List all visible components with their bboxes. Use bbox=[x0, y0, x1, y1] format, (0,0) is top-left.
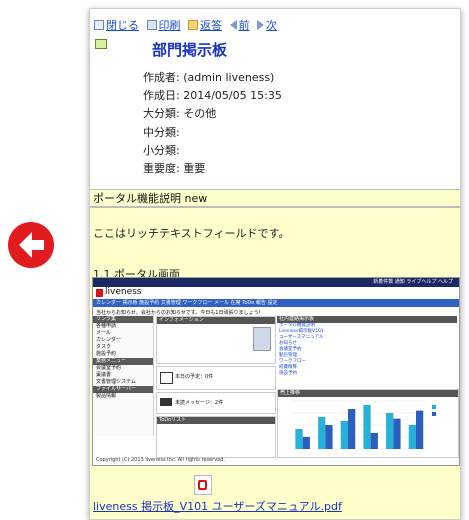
shot-right: 社内連絡掲示板 ポータル機能説明 Liveness掲示板V101 ユーザーズマニ… bbox=[277, 316, 459, 458]
close-button[interactable]: 閉じる bbox=[94, 19, 141, 32]
post-meta: 作成者: (admin liveness) 作成日: 2014/05/05 15… bbox=[143, 69, 282, 178]
meta-author: 作成者: (admin liveness) bbox=[143, 71, 275, 84]
shot-nav: カレンダー 掲示板 施設予約 文書管理 ワークフロー メール 在席 ToDo 報… bbox=[93, 299, 459, 307]
page-title: 部門掲示板 bbox=[152, 41, 228, 59]
chart-bar bbox=[318, 417, 326, 449]
toolbar: 閉じる 印刷 返答 前 次 bbox=[94, 17, 281, 33]
prev-button[interactable]: 前 bbox=[229, 19, 252, 32]
meta-created: 作成日: 2014/05/05 15:35 bbox=[143, 89, 282, 103]
print-icon bbox=[146, 20, 157, 30]
body-intro: ここはリッチテキストフィールドです。 bbox=[93, 227, 290, 240]
memo-icon bbox=[95, 39, 107, 49]
section-header: ポータル機能説明 new bbox=[90, 189, 460, 207]
bulletin-page: 閉じる 印刷 返答 前 次 部門掲示板 作成者: (admin liveness… bbox=[89, 8, 461, 520]
chart-bar bbox=[295, 429, 303, 449]
shot-panel-messages: 未読メッセージ：2件 bbox=[156, 392, 276, 414]
chart-bar bbox=[370, 433, 378, 449]
chart-legend-swatch bbox=[432, 412, 436, 416]
shot-footer: Copyright (C) 2013 liveness Inc. All rig… bbox=[96, 457, 226, 463]
chart-bar bbox=[386, 413, 394, 449]
chart-legend-swatch bbox=[432, 405, 436, 409]
next-arrow-icon bbox=[257, 20, 264, 30]
chart-bar bbox=[340, 421, 348, 449]
shot-logo: liveness bbox=[93, 287, 459, 299]
close-icon bbox=[94, 20, 104, 30]
shot-links: ポータル機能説明 Liveness掲示板V101 ユーザーズマニュアル お知らせ… bbox=[279, 323, 324, 376]
chart-bar bbox=[393, 418, 401, 449]
chart-bar bbox=[325, 425, 333, 449]
next-button[interactable]: 次 bbox=[257, 19, 279, 32]
meta-category-middle: 中分類: bbox=[143, 125, 180, 139]
shot-panel-schedule: 本日の予定：0件 bbox=[156, 366, 276, 390]
chart-bar bbox=[363, 405, 371, 449]
calendar-icon bbox=[160, 372, 173, 384]
shot-panel-info: インフォメーション bbox=[156, 316, 276, 364]
shot-topbar: 新着件数 通知 ライブヘルプ ヘルプ bbox=[93, 278, 459, 287]
meta-importance: 重要度: 重要 bbox=[143, 162, 206, 176]
chart-bar bbox=[347, 409, 356, 449]
meta-category-minor: 小分類: bbox=[143, 143, 180, 157]
prev-arrow-icon bbox=[229, 20, 237, 30]
meta-category-major: 大分類: その他 bbox=[143, 107, 217, 121]
print-button[interactable]: 印刷 bbox=[146, 19, 183, 32]
mail-icon bbox=[160, 398, 172, 406]
chart-bar bbox=[415, 410, 424, 449]
shot-center: インフォメーション 本日の予定：0件 未読メッセージ：2件 ToDoリスト bbox=[156, 316, 276, 458]
embedded-portal-screenshot: 新着件数 通知 ライブヘルプ ヘルプ liveness カレンダー 掲示板 施設… bbox=[92, 277, 460, 466]
shot-chart: 売上推移 bbox=[277, 389, 459, 458]
chart-bar bbox=[302, 437, 310, 449]
acrobat-logo-icon bbox=[198, 480, 207, 490]
shot-sidebar: リンク集 各種申請 メール カレンダー タスク 施設予約 業務メニュー 会議室予… bbox=[93, 316, 154, 436]
shot-notice: 当社からお知らせ。会社からのお知らせです。今日も1日頑張りましょう！ bbox=[96, 310, 264, 316]
person-photo bbox=[253, 327, 271, 351]
liveness-logo-icon bbox=[96, 289, 103, 297]
sales-chart bbox=[292, 400, 436, 450]
reply-icon bbox=[188, 20, 198, 30]
pdf-icon[interactable] bbox=[194, 475, 212, 495]
back-button[interactable] bbox=[8, 222, 54, 268]
chart-bar bbox=[408, 425, 416, 449]
arrow-left-icon bbox=[19, 232, 44, 258]
shot-panel-todo: ToDoリスト bbox=[156, 416, 276, 458]
reply-button[interactable]: 返答 bbox=[188, 19, 224, 32]
attachment-link[interactable]: liveness 掲示板_V101 ユーザーズマニュアル.pdf bbox=[93, 498, 342, 514]
